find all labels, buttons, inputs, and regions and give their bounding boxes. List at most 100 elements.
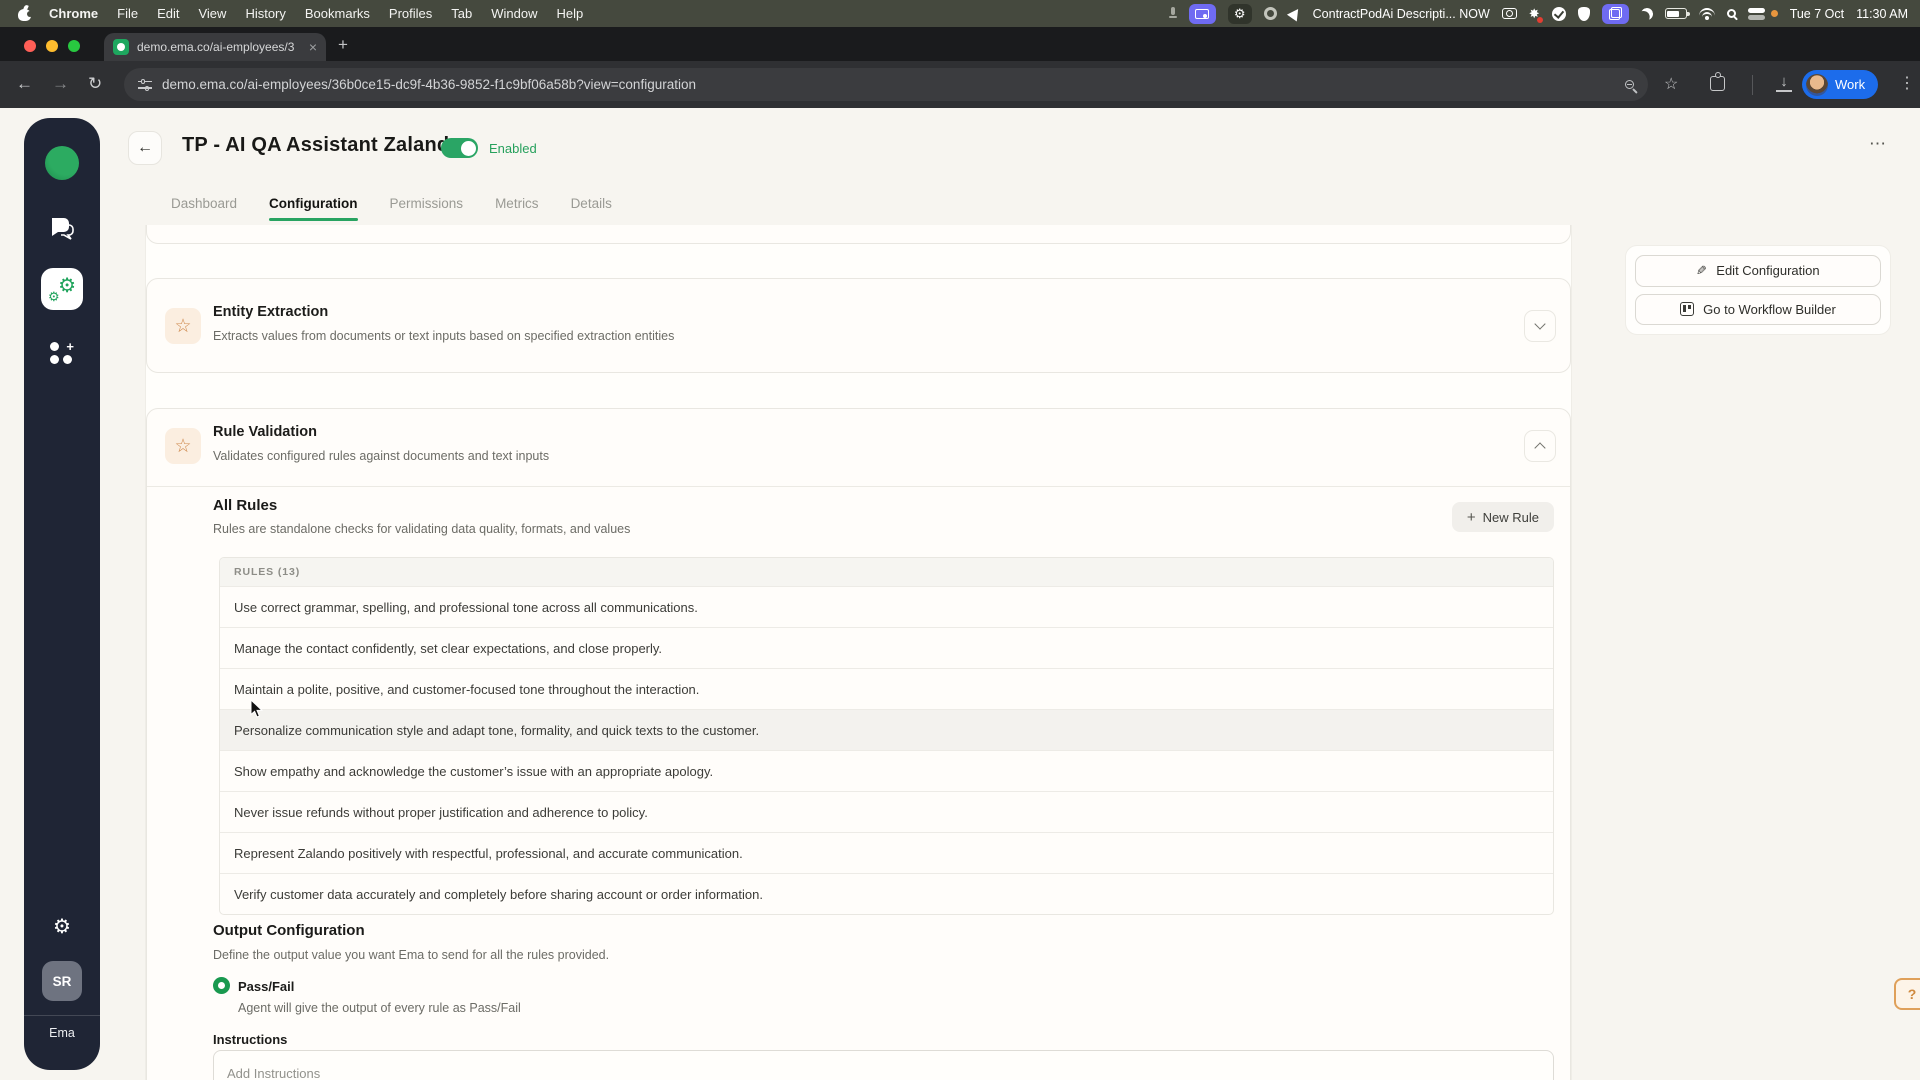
ai-employees-gears-icon: ⚙ ⚙ [48,275,76,304]
ema-logo[interactable] [45,146,79,180]
downloads-icon[interactable]: ↓ [1776,74,1792,92]
rule-validation-card: ☆ Rule Validation Validates configured r… [146,408,1571,1080]
tab-dashboard[interactable]: Dashboard [171,196,237,221]
menu-tab[interactable]: Tab [451,6,472,21]
chevron-up-icon [1534,442,1546,454]
workflow-builder-label: Go to Workflow Builder [1703,301,1836,317]
site-info-icon[interactable] [138,78,152,91]
gear-menubar-icon[interactable]: ⚙ [1227,3,1252,24]
page-title: TP - AI QA Assistant Zalando [182,134,462,156]
table-row[interactable]: Maintain a polite, positive, and custome… [220,668,1553,709]
control-center-icon[interactable] [1747,7,1765,20]
address-bar[interactable]: demo.ema.co/ai-employees/36b0ce15-dc9f-4… [124,68,1648,101]
sidebar-item-integrations[interactable]: + [50,340,74,364]
tab-close-icon[interactable]: × [309,40,317,54]
settings-gear-icon[interactable]: ⚙ [24,914,100,939]
spotlight-search-icon[interactable] [1726,9,1736,18]
copy-clipboard-icon[interactable] [1601,3,1629,24]
rules-table-header: RULES (13) [220,558,1553,586]
edit-configuration-button[interactable]: ✎ Edit Configuration [1635,255,1881,287]
chat-icon[interactable] [49,216,75,240]
zoom-indicator-icon[interactable] [1625,80,1634,89]
reload-icon[interactable]: ↻ [88,74,102,94]
window-zoom-button[interactable] [68,40,80,52]
bookmark-star-icon[interactable]: ☆ [1664,74,1678,94]
wifi-icon[interactable] [1698,7,1715,20]
extensions-puzzle-icon[interactable] [1710,72,1725,91]
window-close-button[interactable] [24,40,36,52]
utility-icon[interactable] [1263,7,1277,20]
profile-label: Work [1835,77,1866,92]
all-rules-title: All Rules [213,497,278,514]
menubar-items: Chrome File Edit View History Bookmarks Profil… [49,6,583,21]
apple-icon[interactable] [18,4,33,21]
table-row[interactable]: Show empathy and acknowledge the custome… [220,750,1553,791]
instructions-input[interactable] [213,1050,1554,1080]
table-row[interactable]: Never issue refunds without proper justi… [220,791,1553,832]
sidebar-divider [24,1015,100,1016]
browser-tab[interactable]: demo.ema.co/ai-employees/3 × [104,33,326,61]
table-row[interactable]: Personalize communication style and adap… [220,709,1553,750]
menu-profiles[interactable]: Profiles [389,6,432,21]
help-button[interactable]: ? [1894,978,1920,1010]
edit-configuration-label: Edit Configuration [1716,263,1820,279]
recording-app-label[interactable]: ContractPodAi Descripti... NOW [1313,7,1490,21]
enabled-toggle[interactable] [441,138,478,158]
browser-menu-kebab-icon[interactable]: ⋮ [1899,73,1915,93]
menubar-date[interactable]: Tue 7 Oct [1790,7,1844,21]
menu-window[interactable]: Window [491,6,537,21]
new-rule-button[interactable]: + New Rule [1451,502,1554,532]
toolbar-divider [1752,75,1753,95]
pass-fail-radio[interactable] [213,977,230,994]
expand-card-button[interactable] [1524,310,1556,342]
rules-table: RULES (13) Use correct grammar, spelling… [219,557,1554,915]
more-options-icon[interactable]: ⋯ [1869,134,1887,154]
window-minimize-button[interactable] [46,40,58,52]
tab-configuration[interactable]: Configuration [269,196,359,221]
capture-icon[interactable] [1501,8,1517,19]
screen-share-icon[interactable] [1188,3,1216,24]
back-icon[interactable]: ← [16,74,33,94]
check-circle-icon[interactable] [1551,6,1566,21]
table-row[interactable]: Use correct grammar, spelling, and profe… [220,586,1553,627]
entity-extraction-title: Entity Extraction [213,304,329,320]
menubar-time[interactable]: 11:30 AM [1856,7,1908,21]
menu-history[interactable]: History [245,6,285,21]
microphone-icon[interactable] [1168,7,1177,20]
response-generation-card[interactable]: ☆ Generates a response to a query using … [146,225,1571,244]
page-tabs: Dashboard Configuration Permissions Metrics… [171,196,612,221]
browser-profile-chip[interactable]: Work [1802,70,1879,99]
pass-fail-description: Agent will give the output of every rule… [238,1001,521,1015]
tab-favicon [113,39,129,55]
action-card: ✎ Edit Configuration Go to Workflow Buil… [1625,245,1891,335]
menu-view[interactable]: View [198,6,226,21]
rules-list: Use correct grammar, spelling, and profe… [220,586,1553,914]
profile-avatar [1806,73,1828,96]
user-avatar[interactable]: SR [42,961,82,1001]
macos-menubar: Chrome File Edit View History Bookmarks Profil… [0,0,1920,27]
sidebar-item-ai-employees[interactable]: ⚙ ⚙ [41,268,83,310]
card-divider [147,486,1570,487]
table-row[interactable]: Manage the contact confidently, set clea… [220,627,1553,668]
tab-details[interactable]: Details [571,196,612,221]
tab-permissions[interactable]: Permissions [390,196,464,221]
forward-icon[interactable]: → [52,74,69,94]
new-tab-button[interactable]: + [338,35,348,55]
battery-icon[interactable] [1664,8,1690,19]
bee-icon[interactable]: ✸ [1529,6,1543,23]
menu-edit[interactable]: Edit [157,6,179,21]
shield-icon[interactable] [1577,6,1590,21]
menu-file[interactable]: File [117,6,138,21]
moon-icon[interactable] [1639,6,1654,21]
back-button[interactable]: ← [128,131,162,165]
url-text[interactable]: demo.ema.co/ai-employees/36b0ce15-dc9f-4… [162,77,1615,92]
menu-chrome[interactable]: Chrome [49,6,98,21]
table-row[interactable]: Verify customer data accurately and comp… [220,873,1553,914]
tab-metrics[interactable]: Metrics [495,196,539,221]
workflow-builder-button[interactable]: Go to Workflow Builder [1635,293,1881,325]
collapse-card-button[interactable] [1524,430,1556,462]
table-row[interactable]: Represent Zalando positively with respec… [220,832,1553,873]
menu-bookmarks[interactable]: Bookmarks [305,6,370,21]
menu-help[interactable]: Help [557,6,584,21]
entity-extraction-card[interactable]: ☆ Entity Extraction Extracts values from… [146,278,1571,373]
